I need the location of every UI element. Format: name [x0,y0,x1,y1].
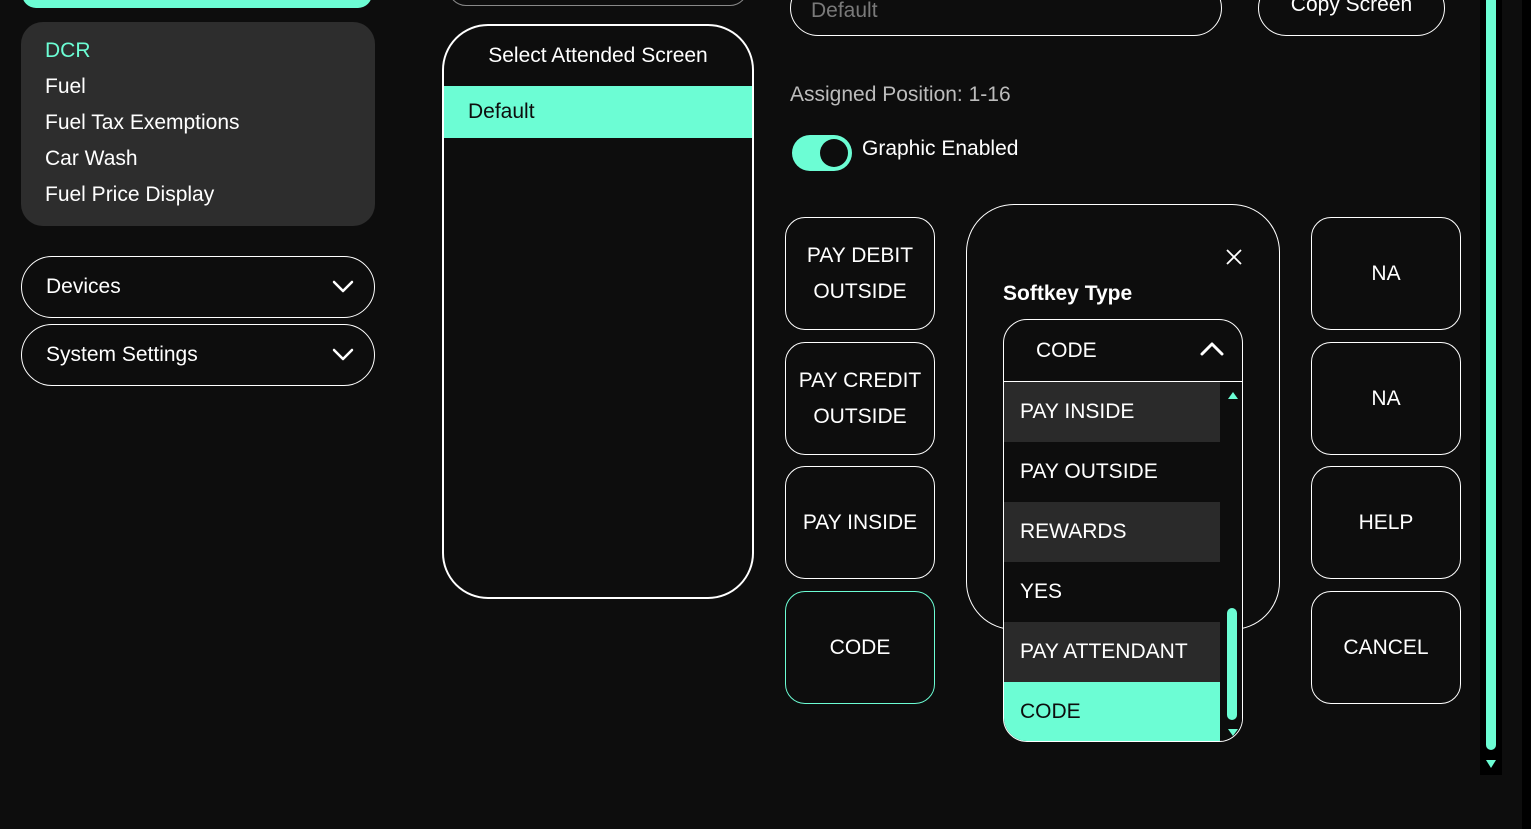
dropdown-option-yes[interactable]: YES [1004,562,1220,622]
dropdown-option-rewards[interactable]: REWARDS [1004,502,1220,562]
softkey-right-3[interactable]: HELP [1311,466,1461,579]
softkey-left-4[interactable]: CODE [785,591,935,704]
chevron-down-icon [332,344,354,366]
submenu-item-car-wash[interactable]: Car Wash [45,146,375,182]
softkey-right-2[interactable]: NA [1311,342,1461,455]
chevron-up-icon [1200,339,1224,363]
dropdown-option-pay-outside[interactable]: PAY OUTSIDE [1004,442,1220,502]
softkey-type-title: Softkey Type [1003,282,1133,305]
graphic-enabled-toggle[interactable] [792,135,852,171]
softkey-left-2[interactable]: PAY CREDIT OUTSIDE [785,342,935,455]
submenu-item-fuel[interactable]: Fuel [45,74,375,110]
screen-panel-title: Select Attended Screen [488,44,708,67]
page-scroll-down-icon[interactable] [1486,760,1496,768]
page-scroll-thumb[interactable] [1486,0,1496,750]
submenu-item-fuel-price-display[interactable]: Fuel Price Display [45,182,375,218]
window-edge [1522,0,1531,829]
softkey-type-dropdown[interactable]: CODE PAY INSIDE PAY OUTSIDE REWARDS YES … [1003,319,1243,742]
system-settings-accordion[interactable]: System Settings [21,324,375,386]
dropdown-scroll-thumb[interactable] [1227,608,1237,720]
assigned-position-text: Assigned Position: 1-16 [790,83,1011,106]
screen-list-item-default[interactable]: Default [444,86,752,138]
attended-screen-panel: Select Attended Screen Default [442,24,754,599]
close-icon[interactable] [1222,245,1246,269]
screen-list-header-edge [448,0,748,6]
softkey-right-4[interactable]: CANCEL [1311,591,1461,704]
softkey-left-3[interactable]: PAY INSIDE [785,466,935,579]
toggle-knob [820,139,848,167]
scroll-down-icon[interactable] [1228,729,1238,736]
dropdown-option-code[interactable]: CODE [1004,682,1220,741]
screen-name-field[interactable]: Default [790,0,1222,36]
dropdown-option-pay-inside[interactable]: PAY INSIDE [1004,382,1220,442]
system-settings-accordion-label: System Settings [46,343,198,366]
submenu-item-dcr[interactable]: DCR [45,38,375,74]
graphic-enabled-label: Graphic Enabled [862,137,1019,160]
scroll-up-icon[interactable] [1228,392,1238,399]
dropdown-scrollbar[interactable] [1222,382,1242,741]
softkey-right-1[interactable]: NA [1311,217,1461,330]
devices-accordion-label: Devices [46,275,121,298]
dropdown-selected[interactable]: CODE [1004,320,1242,382]
softkey-left-1[interactable]: PAY DEBIT OUTSIDE [785,217,935,330]
devices-accordion[interactable]: Devices [21,256,375,318]
chevron-down-icon [332,276,354,298]
dropdown-option-pay-attendant[interactable]: PAY ATTENDANT [1004,622,1220,682]
copy-screen-button[interactable]: Copy Screen [1258,0,1445,36]
active-nav-pill[interactable] [22,0,372,8]
dropdown-selected-value: CODE [1036,338,1097,362]
dcr-submenu: DCR Fuel Fuel Tax Exemptions Car Wash Fu… [21,22,375,226]
submenu-item-fuel-tax-exemptions[interactable]: Fuel Tax Exemptions [45,110,375,146]
